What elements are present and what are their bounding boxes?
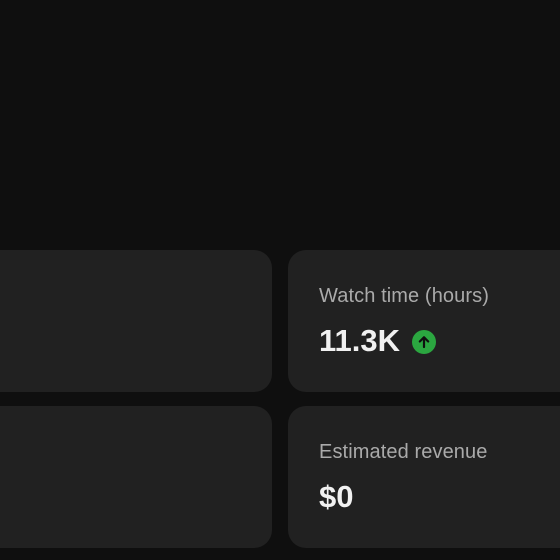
metric-label: Estimated revenue — [319, 441, 488, 463]
metric-card-watch-time[interactable]: Watch time (hours) 11.3K — [288, 250, 560, 392]
arrow-up-circle-icon — [412, 329, 437, 354]
metric-value-row: $0 — [319, 478, 353, 516]
metric-value-row: 11.3K — [319, 322, 437, 360]
analytics-overview: Watch time (hours) 11.3K Estimated reven… — [0, 0, 560, 560]
metric-label: Watch time (hours) — [319, 285, 489, 307]
metric-card-left-bottom[interactable] — [0, 406, 272, 548]
metric-value: $0 — [319, 479, 354, 514]
metric-card-estimated-revenue[interactable]: Estimated revenue $0 — [288, 406, 560, 548]
metric-value: 11.3K — [319, 323, 401, 358]
metric-card-left-top[interactable] — [0, 250, 272, 392]
